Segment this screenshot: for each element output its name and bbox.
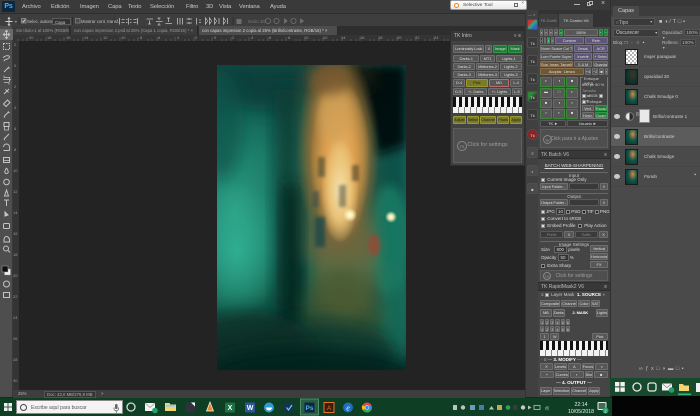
svg-text:20: 20	[13, 273, 18, 278]
svg-text:16: 16	[360, 35, 365, 40]
svg-text:10: 10	[13, 168, 18, 173]
svg-text:10/05/2018: 10/05/2018	[568, 409, 594, 415]
svg-text:26: 26	[13, 336, 18, 341]
svg-text:Ps: Ps	[306, 405, 314, 412]
svg-text:W: W	[247, 405, 254, 412]
svg-text:10: 10	[121, 35, 126, 40]
svg-text:A: A	[327, 406, 331, 412]
svg-text:12: 12	[103, 35, 108, 40]
svg-text:12: 12	[13, 189, 18, 194]
svg-text:18: 18	[13, 252, 18, 257]
svg-text:18: 18	[47, 35, 52, 40]
svg-text:d|: d|	[545, 406, 549, 411]
svg-text:16: 16	[66, 35, 71, 40]
svg-text:14: 14	[13, 210, 18, 215]
svg-text:16: 16	[13, 231, 18, 236]
svg-text:12: 12	[323, 35, 328, 40]
svg-text:22:14: 22:14	[575, 402, 588, 408]
svg-text:e: e	[346, 404, 350, 413]
svg-text:14: 14	[84, 35, 89, 40]
svg-text:X: X	[228, 405, 233, 412]
svg-text:20: 20	[397, 35, 402, 40]
svg-text:22: 22	[13, 294, 18, 299]
svg-text:24: 24	[434, 35, 439, 40]
svg-text:24: 24	[13, 315, 18, 320]
svg-text:20: 20	[29, 35, 34, 40]
svg-text:30: 30	[13, 378, 18, 383]
svg-text:28: 28	[13, 357, 18, 362]
